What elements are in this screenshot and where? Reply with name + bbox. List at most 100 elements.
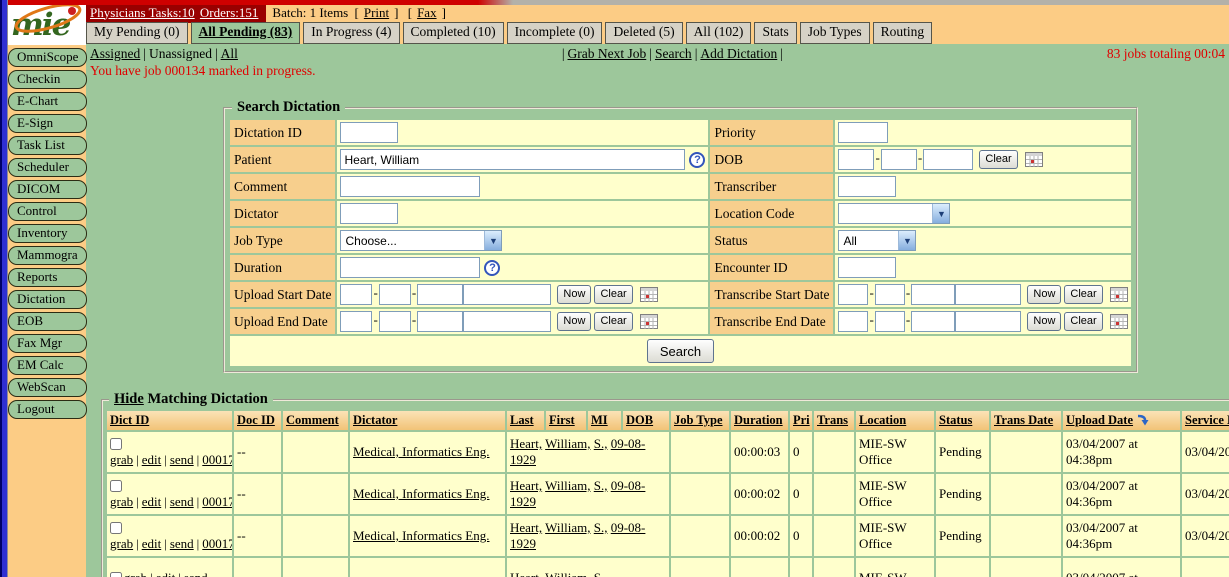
tab-my-pending[interactable]: My Pending (0) — [86, 22, 188, 44]
patient-mi-link[interactable]: S., — [594, 436, 608, 451]
sidebar-item-dicom[interactable]: DICOM — [8, 180, 87, 199]
upload-start-year-input[interactable] — [340, 284, 372, 305]
col-last[interactable]: Last — [510, 413, 534, 427]
edit-link[interactable]: edit — [156, 570, 176, 577]
upload-end-month-input[interactable] — [379, 311, 411, 332]
dictation-id-input[interactable] — [340, 122, 398, 143]
dict-id-link[interactable]: 000173 — [202, 536, 232, 551]
col-status[interactable]: Status — [939, 413, 972, 427]
patient-first-link[interactable]: William, — [545, 478, 590, 493]
sidebar-item-echart[interactable]: E-Chart — [8, 92, 87, 111]
transcribe-end-month-input[interactable] — [875, 311, 905, 332]
sidebar-item-mammography[interactable]: Mammogra — [8, 246, 87, 265]
dict-id-link[interactable]: 000175 — [202, 452, 232, 467]
dob-year-input[interactable] — [838, 149, 874, 170]
col-location[interactable]: Location — [859, 413, 906, 427]
transcriber-input[interactable] — [838, 176, 896, 197]
patient-last-link[interactable]: Heart, — [510, 570, 542, 577]
transcribe-start-day-input[interactable] — [911, 284, 955, 305]
dob-month-input[interactable] — [881, 149, 917, 170]
tab-completed[interactable]: Completed (10) — [403, 22, 504, 44]
row-select-checkbox[interactable] — [110, 480, 122, 492]
add-dictation-link[interactable]: Add Dictation — [700, 46, 777, 61]
dictator-input[interactable] — [340, 203, 398, 224]
hide-results-link[interactable]: Hide — [114, 391, 144, 407]
upload-end-time-input[interactable] — [463, 311, 551, 332]
col-job-type[interactable]: Job Type — [674, 413, 723, 427]
sidebar-item-fax-mgr[interactable]: Fax Mgr — [8, 334, 87, 353]
col-first[interactable]: First — [549, 413, 575, 427]
sidebar-item-scheduler[interactable]: Scheduler — [8, 158, 87, 177]
sidebar-item-inventory[interactable]: Inventory — [8, 224, 87, 243]
sidebar-item-control[interactable]: Control — [8, 202, 87, 221]
transcribe-start-now-button[interactable]: Now — [1027, 285, 1061, 304]
tab-stats[interactable]: Stats — [754, 22, 796, 44]
tab-deleted[interactable]: Deleted (5) — [605, 22, 682, 44]
patient-last-link[interactable]: Heart, — [510, 436, 542, 451]
comment-input[interactable] — [340, 176, 480, 197]
search-link[interactable]: Search — [655, 46, 692, 61]
patient-last-link[interactable]: Heart, — [510, 478, 542, 493]
encounter-id-input[interactable] — [838, 257, 896, 278]
transcribe-start-time-input[interactable] — [955, 284, 1021, 305]
tab-all-pending[interactable]: All Pending (83) — [191, 22, 301, 44]
dob-calendar-icon[interactable] — [1025, 152, 1043, 167]
upload-end-day-input[interactable] — [417, 311, 463, 332]
grab-link[interactable]: grab — [110, 494, 133, 509]
upload-start-clear-button[interactable]: Clear — [594, 285, 632, 304]
sidebar-item-dictation[interactable]: Dictation — [8, 290, 87, 309]
col-service-date[interactable]: Service Date — [1185, 413, 1229, 427]
duration-help-icon[interactable]: ? — [484, 260, 500, 276]
sidebar-item-task-list[interactable]: Task List — [8, 136, 87, 155]
col-trans[interactable]: Trans — [817, 413, 848, 427]
edit-link[interactable]: edit — [142, 494, 162, 509]
send-link[interactable]: send — [170, 494, 194, 509]
transcribe-start-calendar-icon[interactable] — [1110, 287, 1128, 302]
patient-first-link[interactable]: William, — [545, 520, 590, 535]
tab-incomplete[interactable]: Incomplete (0) — [507, 22, 603, 44]
col-dictator[interactable]: Dictator — [353, 413, 397, 427]
col-trans-date[interactable]: Trans Date — [994, 413, 1053, 427]
transcribe-end-time-input[interactable] — [955, 311, 1021, 332]
sidebar-item-esign[interactable]: E-Sign — [8, 114, 87, 133]
transcribe-start-clear-button[interactable]: Clear — [1064, 285, 1102, 304]
col-upload-date[interactable]: Upload Date — [1066, 413, 1133, 427]
upload-start-now-button[interactable]: Now — [557, 285, 591, 304]
col-comment[interactable]: Comment — [286, 413, 339, 427]
duration-input[interactable] — [340, 257, 480, 278]
send-link[interactable]: send — [170, 452, 194, 467]
patient-first-link[interactable]: William, — [545, 436, 590, 451]
tab-all[interactable]: All (102) — [686, 22, 752, 44]
transcribe-end-year-input[interactable] — [838, 311, 868, 332]
sidebar-item-eob[interactable]: EOB — [8, 312, 87, 331]
upload-end-clear-button[interactable]: Clear — [594, 312, 632, 331]
patient-help-icon[interactable]: ? — [689, 152, 705, 168]
patient-input[interactable] — [340, 149, 685, 170]
col-dob[interactable]: DOB — [626, 413, 653, 427]
orders-link[interactable]: Orders:151 — [200, 5, 259, 20]
transcribe-end-calendar-icon[interactable] — [1110, 314, 1128, 329]
location-code-select[interactable]: ▼ — [838, 203, 950, 224]
dictator-link[interactable]: Medical, Informatics Eng. — [353, 486, 489, 501]
col-mi[interactable]: MI — [591, 413, 608, 427]
mie-logo[interactable]: mie — [8, 5, 86, 45]
physicians-tasks-link[interactable]: Physicians Tasks:10 — [90, 5, 195, 20]
dictator-link[interactable]: Medical, Informatics Eng. — [353, 528, 489, 543]
sidebar-item-webscan[interactable]: WebScan — [8, 378, 87, 397]
transcribe-end-clear-button[interactable]: Clear — [1064, 312, 1102, 331]
tab-in-progress[interactable]: In Progress (4) — [303, 22, 399, 44]
sidebar-item-omniscope[interactable]: OmniScope — [8, 48, 87, 67]
col-doc-id[interactable]: Doc ID — [237, 413, 275, 427]
patient-mi-link[interactable]: S., — [594, 520, 608, 535]
print-link[interactable]: Print — [364, 5, 389, 20]
upload-start-time-input[interactable] — [463, 284, 551, 305]
upload-end-now-button[interactable]: Now — [557, 312, 591, 331]
upload-start-calendar-icon[interactable] — [640, 287, 658, 302]
col-dict-id[interactable]: Dict ID — [110, 413, 149, 427]
upload-end-year-input[interactable] — [340, 311, 372, 332]
send-link[interactable]: send — [170, 536, 194, 551]
sidebar-item-checkin[interactable]: Checkin — [8, 70, 87, 89]
edit-link[interactable]: edit — [142, 536, 162, 551]
grab-link[interactable]: grab — [124, 570, 147, 577]
tab-job-types[interactable]: Job Types — [800, 22, 870, 44]
